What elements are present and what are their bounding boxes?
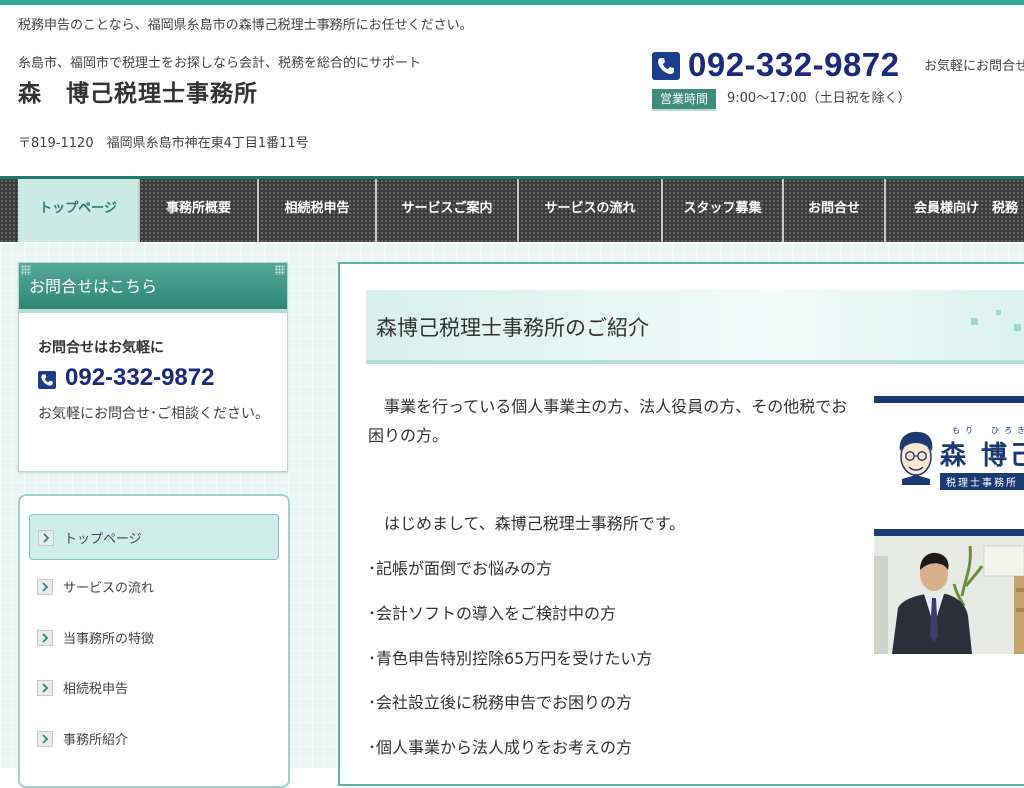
bullet-item: ･個人事業から法人成りをお考えの方	[368, 738, 633, 757]
bullet-item: ･会計ソフトの導入をご検討中の方	[368, 604, 617, 623]
page-title: 森博己税理士事務所のご紹介	[376, 316, 649, 340]
nav-top-page[interactable]: トップページ	[18, 179, 140, 242]
chevron-right-icon	[37, 680, 53, 696]
sidebar-item-label: 相続税申告	[63, 682, 129, 697]
chevron-right-icon	[37, 731, 53, 747]
sidebar-phone-number[interactable]: 092-332-9872	[65, 364, 214, 392]
nav-recruitment[interactable]: スタッフ募集	[663, 179, 784, 242]
sidebar-item-top-page[interactable]: トップページ	[29, 514, 279, 560]
office-logo-card: もり ひろき 森 博己 税理士事務所	[874, 396, 1024, 536]
global-navigation: トップページ 事務所概要 相続税申告 サービスご案内 サービスの流れ スタッフ募…	[0, 176, 1024, 245]
intro-paragraph: 事業を行っている個人事業主の方、法人役員の方、その他税でお困りの方。	[368, 397, 848, 445]
main-title-band: 森博己税理士事務所のご紹介	[366, 290, 1024, 364]
sidebar-contact-title: お問合せはこちら	[29, 277, 158, 296]
phone-icon	[652, 52, 680, 80]
bullet-item: ･記帳が面倒でお悩みの方	[368, 559, 553, 578]
chevron-right-icon	[37, 579, 53, 595]
site-logo[interactable]: 森 博己税理士事務所	[18, 74, 258, 108]
sidebar-contact-box: お問合せはこちら お問合せはお気軽に 092-332-9872 お気軽にお問合せ…	[18, 262, 288, 472]
logo-subtitle: 税理士事務所	[940, 473, 1024, 490]
site-description: 税務申告のことなら、福岡県糸島市の森博己税理士事務所にお任せください。	[18, 18, 473, 33]
sidebar-item-label: トップページ	[64, 532, 142, 547]
nav-members-tax[interactable]: 会員様向け 税務	[886, 179, 1024, 242]
nav-service-flow[interactable]: サービスの流れ	[519, 179, 663, 242]
bullet-item: ･青色申告特別控除65万円を受けたい方	[368, 649, 653, 668]
catchcopy: 糸島市、福岡市で税理士をお探しなら会計、税務を総合的にサポート	[18, 56, 422, 71]
nav-office-overview[interactable]: 事務所概要	[140, 179, 259, 242]
sidebar-contact-header: お問合せはこちら	[19, 263, 287, 313]
staff-photo	[874, 536, 1024, 654]
sidebar-item-service-flow[interactable]: サービスの流れ	[29, 564, 277, 608]
sidebar-item-label: 事務所紹介	[63, 733, 129, 748]
bullet-item: ･会社設立後に税務申告でお困りの方	[368, 693, 633, 712]
caricature-face-icon	[899, 431, 933, 485]
sidebar-item-inheritance-tax[interactable]: 相続税申告	[29, 665, 277, 709]
nav-services[interactable]: サービスご案内	[377, 179, 519, 242]
sidebar-item-office-intro[interactable]: 事務所紹介	[29, 716, 277, 760]
chevron-right-icon	[38, 530, 54, 546]
top-accent-bar	[0, 0, 1024, 5]
sidebar-menu: トップページ サービスの流れ 当事務所の特徴 相続税申告 事務所紹介	[18, 494, 290, 788]
nav-contact[interactable]: お問合せ	[784, 179, 886, 242]
address: 〒819-1120 福岡県糸島市神在東4丁目1番11号	[18, 136, 309, 151]
sidebar-item-label: サービスの流れ	[63, 581, 155, 596]
header-phone-number[interactable]: 092-332-9872	[688, 46, 900, 84]
sidebar-item-label: 当事務所の特徴	[63, 632, 155, 647]
hours-text: 9:00～17:00（土日祝を除く）	[727, 91, 911, 106]
phone-icon	[38, 371, 56, 389]
sidebar-item-features[interactable]: 当事務所の特徴	[29, 615, 277, 659]
logo-name: 森 博己	[940, 441, 1024, 471]
hours-badge: 営業時間	[652, 89, 716, 111]
greeting-text: はじめまして、森博己税理士事務所です。	[368, 514, 686, 533]
contact-note: お気軽にお問合せ	[924, 59, 1024, 74]
nav-inheritance-tax[interactable]: 相続税申告	[259, 179, 377, 242]
sidebar-contact-subtitle: お問合せはお気軽に	[38, 340, 164, 356]
sidebar-contact-note: お気軽にお問合せ･ご相談ください。	[38, 406, 269, 422]
main-content: 森博己税理士事務所のご紹介 事業を行っている個人事業主の方、法人役員の方、その他…	[338, 262, 1024, 786]
chevron-right-icon	[37, 630, 53, 646]
